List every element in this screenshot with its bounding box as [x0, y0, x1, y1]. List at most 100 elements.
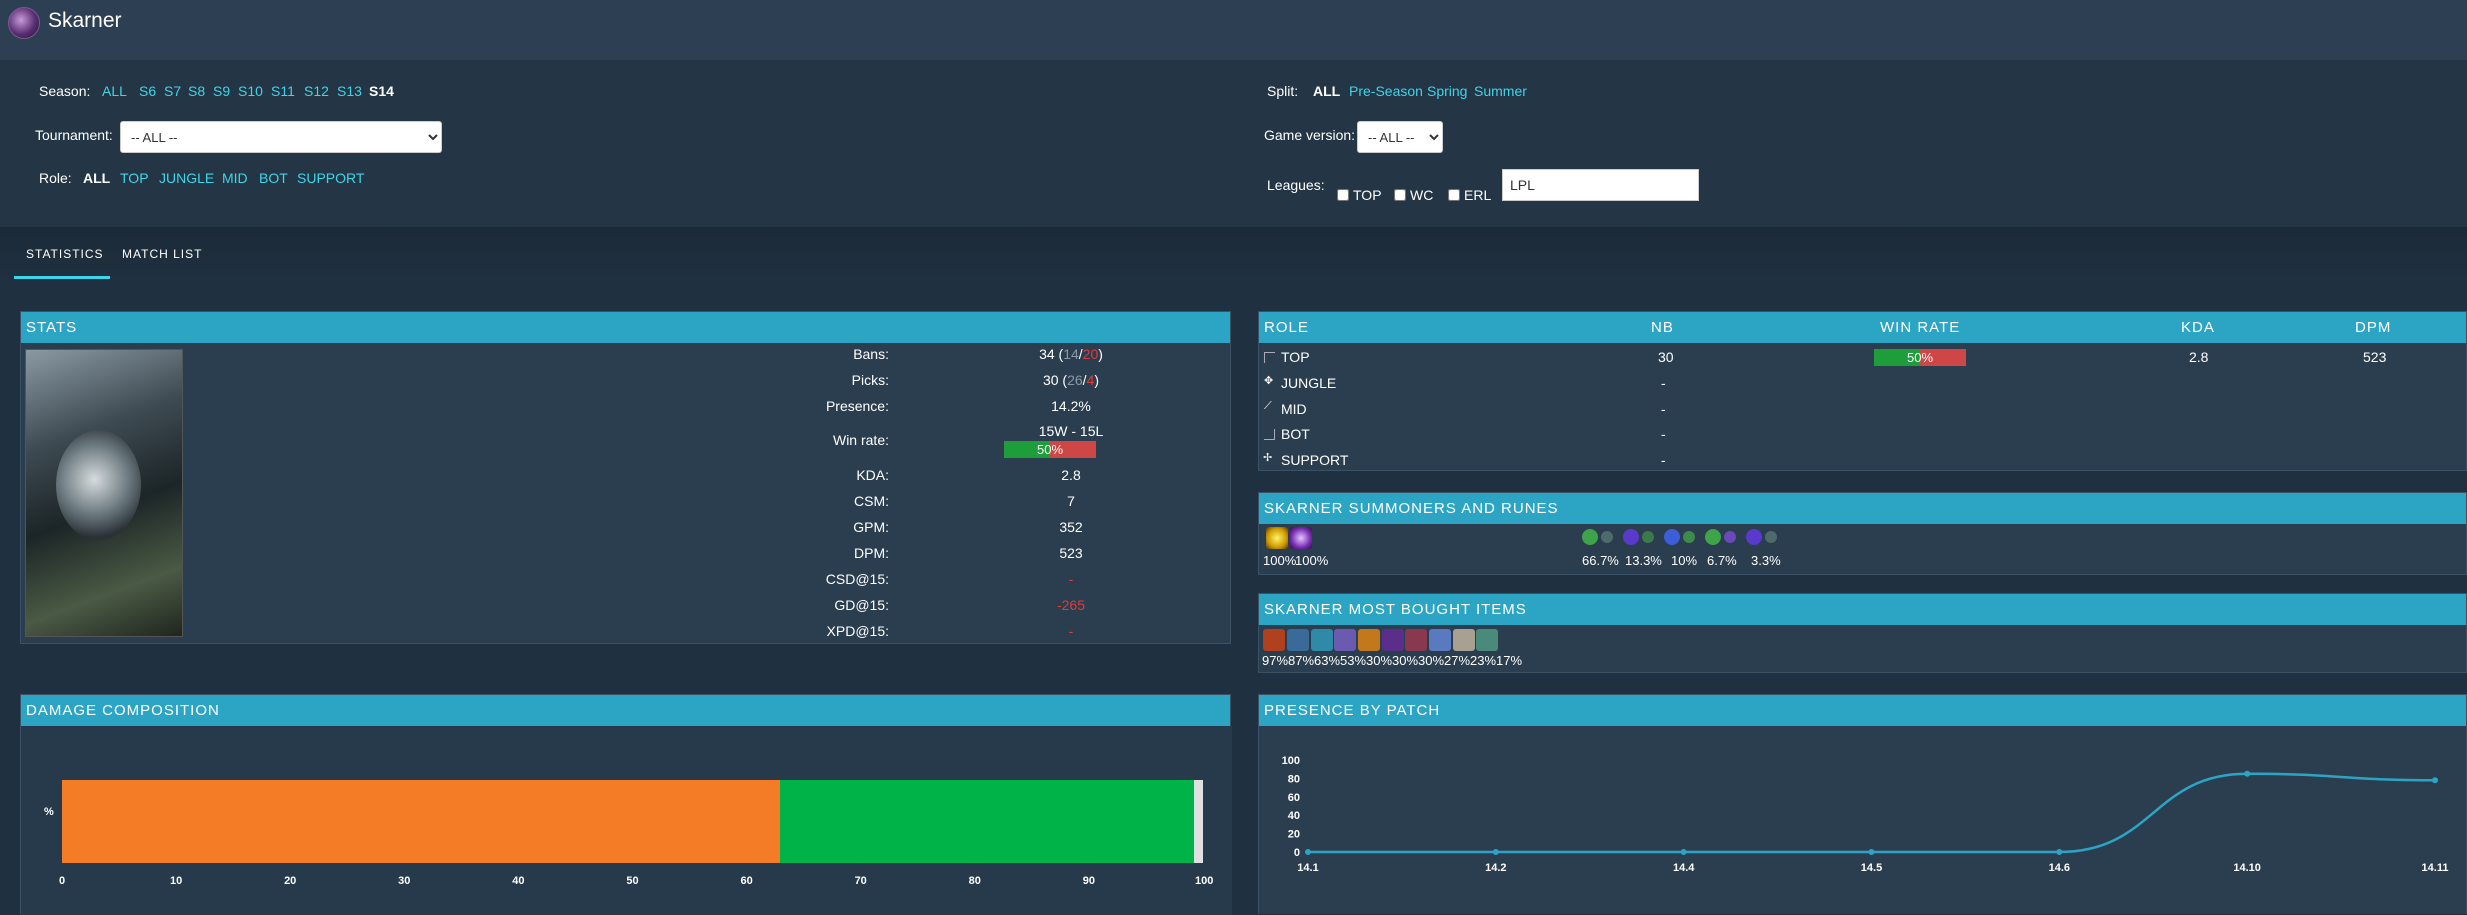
role-option-bot[interactable]: BOT — [259, 170, 288, 186]
season-option-s7[interactable]: S7 — [164, 83, 181, 99]
stats-panel: STATS Bans: 34 (14/20) Picks: 30 (26/4) … — [20, 311, 1231, 644]
split-option-spring[interactable]: Spring — [1427, 83, 1467, 99]
splash-figure — [56, 430, 141, 540]
presence-point[interactable] — [1868, 849, 1875, 855]
spell-pct: 100% — [1295, 553, 1329, 568]
presence-point[interactable] — [2432, 777, 2438, 784]
tab-statistics[interactable]: STATISTICS — [26, 247, 104, 261]
champion-splash-image — [25, 349, 183, 637]
rune-icon — [1601, 531, 1613, 543]
leagues-input[interactable] — [1502, 169, 1699, 201]
support-role-icon: ✢ — [1263, 452, 1273, 464]
role-option-mid[interactable]: MID — [222, 170, 248, 186]
damage-x-tick: 10 — [169, 875, 183, 887]
item-pct: 30% — [1366, 653, 1393, 668]
role-option-support[interactable]: SUPPORT — [297, 170, 364, 186]
role-cell: TOP — [1281, 349, 1310, 365]
game-version-label: Game version: — [1264, 127, 1356, 143]
stat-value-gd15: -265 — [1056, 597, 1086, 613]
jungle-role-icon: ✥ — [1264, 375, 1274, 387]
season-option-s9[interactable]: S9 — [213, 83, 230, 99]
presence-y-tick: 20 — [1288, 829, 1300, 841]
damage-x-tick: 40 — [512, 875, 525, 887]
damage-x-tick: 60 — [740, 875, 753, 887]
rune-pct: 10% — [1671, 553, 1698, 568]
item-icon — [1405, 629, 1427, 651]
league-checkbox-top-box[interactable] — [1337, 189, 1349, 201]
split-option-summer[interactable]: Summer — [1474, 83, 1527, 99]
stat-value-csm: 7 — [1067, 493, 1075, 509]
league-checkbox-erl[interactable]: ERL — [1448, 187, 1491, 203]
presence-point[interactable] — [2244, 770, 2251, 777]
nb-cell: 30 — [1658, 349, 1674, 365]
win-rate-bar: 50% — [1004, 441, 1096, 458]
rune-icon — [1642, 531, 1654, 543]
season-option-s12[interactable]: S12 — [304, 83, 329, 99]
nb-cell: - — [1661, 426, 1666, 442]
mid-role-icon: ⟋ — [1264, 400, 1272, 412]
item-icon — [1263, 629, 1285, 651]
damage-chart: % 0 10 20 30 40 50 60 70 80 90 100 — [21, 726, 1232, 915]
role-cell: SUPPORT — [1281, 452, 1349, 468]
league-checkbox-wc[interactable]: WC — [1394, 187, 1433, 203]
split-option-all[interactable]: ALL — [1313, 83, 1340, 99]
spell-pct: 100% — [1263, 553, 1297, 568]
season-option-s8[interactable]: S8 — [188, 83, 205, 99]
tab-match-list[interactable]: MATCH LIST — [122, 247, 202, 261]
stat-value-csd15: - — [1068, 571, 1074, 587]
game-version-select[interactable]: -- ALL -- — [1357, 121, 1443, 153]
picks-blue: 26 — [1067, 372, 1083, 388]
stat-label-dpm: DPM: — [854, 545, 889, 561]
roles-table: ROLE NB WIN RATE KDA DPM TOP 30 50% 2.8 … — [1258, 311, 2467, 471]
tournament-select[interactable]: -- ALL -- — [120, 121, 442, 153]
presence-point[interactable] — [1492, 849, 1499, 855]
stat-label-gpm: GPM: — [853, 519, 889, 535]
leagues-label: Leagues: — [1267, 177, 1325, 193]
stat-label-picks: Picks: — [851, 372, 889, 388]
stat-value-win-rate: 15W - 15L — [1038, 423, 1104, 439]
stat-label-xpd15: XPD@15: — [826, 623, 889, 639]
rune-icon — [1746, 529, 1762, 545]
item-icon — [1334, 629, 1356, 651]
presence-x-tick: 14.10 — [2233, 862, 2261, 874]
summoners-title: SKARNER SUMMONERS AND RUNES — [1259, 493, 2466, 524]
page-header: Skarner — [0, 0, 2467, 60]
presence-y-tick: 100 — [1282, 755, 1300, 767]
damage-y-label: % — [44, 806, 54, 818]
rune-pct: 13.3% — [1625, 553, 1662, 568]
league-checkbox-erl-box[interactable] — [1448, 189, 1460, 201]
role-option-jungle[interactable]: JUNGLE — [159, 170, 214, 186]
season-option-s11[interactable]: S11 — [271, 83, 295, 99]
roles-table-header: ROLE NB WIN RATE KDA DPM — [1259, 312, 2466, 343]
stat-value-gpm: 352 — [1059, 519, 1083, 535]
season-option-s6[interactable]: S6 — [139, 83, 156, 99]
season-option-s10[interactable]: S10 — [238, 83, 263, 99]
bans-blue: 14 — [1063, 346, 1079, 362]
season-option-s14[interactable]: S14 — [369, 83, 394, 99]
league-checkbox-top[interactable]: TOP — [1337, 187, 1382, 203]
damage-x-tick: 80 — [968, 875, 981, 887]
league-checkbox-wc-label: WC — [1410, 187, 1434, 203]
item-pct: 27% — [1444, 653, 1471, 668]
tournament-label: Tournament: — [35, 127, 113, 143]
season-option-all[interactable]: ALL — [102, 83, 127, 99]
season-option-s13[interactable]: S13 — [337, 83, 362, 99]
bans-end: ) — [1098, 346, 1103, 362]
league-checkbox-wc-box[interactable] — [1394, 189, 1406, 201]
damage-composition-panel: DAMAGE COMPOSITION % 0 10 20 30 40 50 60 70 80 90… — [20, 694, 1232, 915]
stat-label-bans: Bans: — [853, 346, 889, 362]
presence-x-tick: 14.5 — [1861, 862, 1882, 874]
nb-cell: - — [1661, 401, 1666, 417]
presence-point[interactable] — [1305, 849, 1311, 855]
league-checkbox-top-label: TOP — [1353, 187, 1382, 203]
bot-role-icon — [1264, 429, 1275, 440]
split-option-pre-season[interactable]: Pre-Season — [1349, 83, 1423, 99]
role-option-all[interactable]: ALL — [83, 170, 110, 186]
champion-avatar — [8, 7, 40, 39]
presence-point[interactable] — [1680, 849, 1687, 855]
top-role-icon — [1264, 352, 1275, 363]
items-title: SKARNER MOST BOUGHT ITEMS — [1259, 594, 2466, 625]
picks-total: 30 ( — [1042, 372, 1068, 388]
role-option-top[interactable]: TOP — [120, 170, 149, 186]
presence-point[interactable] — [2056, 849, 2063, 855]
